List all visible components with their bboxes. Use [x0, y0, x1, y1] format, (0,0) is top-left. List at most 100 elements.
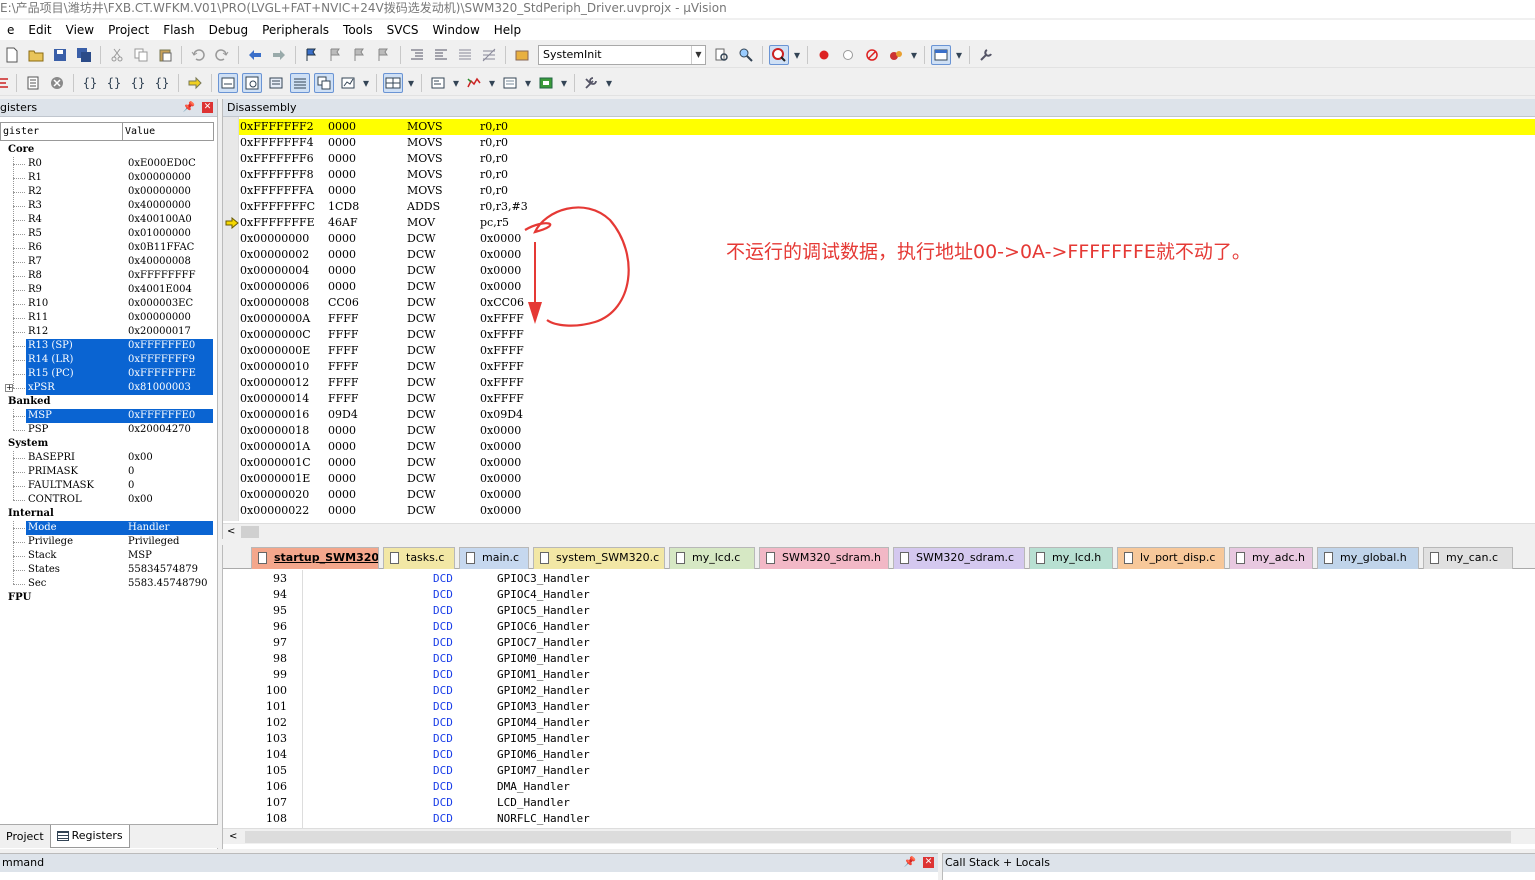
find-in-files-icon[interactable] — [512, 45, 532, 65]
register-row[interactable]: BASEPRI 0x00 — [0, 451, 214, 465]
code-line[interactable]: 103 DCD GPIOM5_Handler — [223, 731, 1513, 747]
menu-item-debug[interactable]: Debug — [202, 20, 255, 40]
watch-dropdown-icon[interactable]: ▾ — [362, 73, 370, 93]
step-out-icon[interactable]: {} — [128, 73, 148, 93]
code-line[interactable]: 95 DCD GPIOC5_Handler — [223, 603, 1513, 619]
indent-icon[interactable] — [407, 45, 427, 65]
file-tab[interactable]: my_can.c — [1423, 547, 1513, 569]
register-group-fpu[interactable]: FPU — [0, 591, 214, 605]
register-row[interactable]: R7 0x40000008 — [0, 255, 214, 269]
layout-dropdown-icon[interactable]: ▾ — [955, 45, 963, 65]
register-row[interactable]: R10 0x000003EC — [0, 297, 214, 311]
menu-item-help[interactable]: Help — [487, 20, 528, 40]
toolbox-dropdown-icon[interactable]: ▾ — [605, 73, 613, 93]
expand-plus-icon[interactable]: + — [5, 384, 13, 392]
bookmark-clear-icon[interactable] — [374, 45, 394, 65]
disassembly-line[interactable]: 0x0000001E 0000 DCW 0x0000 — [239, 471, 1535, 487]
disassembly-window-icon[interactable] — [242, 72, 262, 93]
file-tab[interactable]: my_global.h — [1317, 547, 1419, 569]
new-file-icon[interactable] — [2, 45, 22, 65]
serial-window-icon[interactable] — [428, 73, 448, 93]
register-row[interactable]: R13 (SP) 0xFFFFFFE0 — [0, 339, 214, 353]
disassembly-gutter[interactable] — [223, 117, 239, 521]
register-group-system[interactable]: System — [0, 437, 214, 451]
disassembly-line[interactable]: 0x00000016 09D4 DCW 0x09D4 — [239, 407, 1535, 423]
register-row[interactable]: PSP 0x20004270 — [0, 423, 214, 437]
tab-project[interactable]: Project — [0, 825, 50, 848]
register-column-header[interactable]: gister — [1, 123, 123, 140]
editor-hscroll[interactable]: < — [223, 828, 1535, 844]
code-line[interactable]: 107 DCD LCD_Handler — [223, 795, 1513, 811]
code-line[interactable]: 93 DCD GPIOC3_Handler — [223, 571, 1513, 587]
disassembly-line[interactable]: 0x00000006 0000 DCW 0x0000 — [239, 279, 1535, 295]
save-all-icon[interactable] — [74, 45, 94, 65]
show-next-statement-icon[interactable] — [185, 73, 205, 93]
disassembly-line[interactable]: 0x00000004 0000 DCW 0x0000 — [239, 263, 1535, 279]
redo-icon[interactable] — [212, 45, 232, 65]
register-row[interactable]: Sec 5583.45748790 — [0, 577, 214, 591]
analysis-dropdown-icon[interactable]: ▾ — [488, 73, 496, 93]
register-group-core[interactable]: Core — [0, 143, 214, 157]
register-row[interactable]: R9 0x4001E004 — [0, 283, 214, 297]
disassembly-line[interactable]: 0x00000010 FFFF DCW 0xFFFF — [239, 359, 1535, 375]
comment-icon[interactable] — [455, 45, 475, 65]
code-line[interactable]: 100 DCD GPIOM2_Handler — [223, 683, 1513, 699]
register-row[interactable]: FAULTMASK 0 — [0, 479, 214, 493]
register-row[interactable]: R2 0x00000000 — [0, 185, 214, 199]
register-row[interactable]: R4 0x400100A0 — [0, 213, 214, 227]
register-row[interactable]: Privilege Privileged — [0, 535, 214, 549]
file-tab[interactable]: my_adc.h — [1229, 547, 1313, 569]
disassembly-line[interactable]: 0x00000014 FFFF DCW 0xFFFF — [239, 391, 1535, 407]
menu-item-window[interactable]: Window — [425, 20, 486, 40]
disassembly-line[interactable]: 0xFFFFFFF2 0000 MOVS r0,r0 — [239, 119, 1535, 135]
menu-item-svcs[interactable]: SVCS — [380, 20, 426, 40]
step-over-icon[interactable]: {} — [104, 73, 124, 93]
disassembly-hscroll-thumb[interactable] — [241, 526, 259, 538]
open-folder-icon[interactable] — [26, 45, 46, 65]
register-row[interactable]: R12 0x20000017 — [0, 325, 214, 339]
menu-item-e[interactable]: e — [0, 20, 21, 40]
disassembly-line[interactable]: 0xFFFFFFF8 0000 MOVS r0,r0 — [239, 167, 1535, 183]
code-line[interactable]: 106 DCD DMA_Handler — [223, 779, 1513, 795]
breakpoint-dropdown-icon[interactable]: ▾ — [910, 45, 918, 65]
system-viewer-dropdown-icon[interactable]: ▾ — [560, 73, 568, 93]
register-row[interactable]: R8 0xFFFFFFFF — [0, 269, 214, 283]
nav-forward-icon[interactable] — [269, 45, 289, 65]
pin-icon[interactable]: 📌 — [904, 854, 916, 872]
register-row[interactable]: R5 0x01000000 — [0, 227, 214, 241]
register-row[interactable]: R0 0xE000ED0C — [0, 157, 214, 171]
bookmark-next-icon[interactable] — [350, 45, 370, 65]
file-tab[interactable]: lv_port_disp.c — [1117, 547, 1225, 569]
disassembly-line[interactable]: 0xFFFFFFF4 0000 MOVS r0,r0 — [239, 135, 1535, 151]
analysis-window-icon[interactable] — [464, 73, 484, 93]
register-row[interactable]: + xPSR 0x81000003 — [0, 381, 214, 395]
code-line[interactable]: 105 DCD GPIOM7_Handler — [223, 763, 1513, 779]
disassembly-line[interactable]: 0x00000022 0000 DCW 0x0000 — [239, 503, 1535, 519]
disassembly-hscroll[interactable]: < — [223, 523, 1535, 539]
menu-item-flash[interactable]: Flash — [156, 20, 201, 40]
code-line[interactable]: 102 DCD GPIOM4_Handler — [223, 715, 1513, 731]
system-viewer-icon[interactable] — [536, 73, 556, 93]
disassembly-line[interactable]: 0xFFFFFFF6 0000 MOVS r0,r0 — [239, 151, 1535, 167]
file-tab[interactable]: my_lcd.h — [1029, 547, 1113, 569]
tab-registers[interactable]: Registers — [49, 825, 130, 848]
call-stack-window-icon[interactable] — [314, 72, 334, 93]
reset-cpu-icon[interactable] — [0, 73, 10, 93]
register-row[interactable]: Stack MSP — [0, 549, 214, 563]
code-line[interactable]: 97 DCD GPIOC7_Handler — [223, 635, 1513, 651]
step-into-icon[interactable]: {} — [80, 73, 100, 93]
disassembly-line[interactable]: 0x00000008 CC06 DCW 0xCC06 — [239, 295, 1535, 311]
register-row[interactable]: States 55834574879 — [0, 563, 214, 577]
clear-breakpoints-icon[interactable] — [862, 45, 882, 65]
disassembly-line[interactable]: 0x0000000C FFFF DCW 0xFFFF — [239, 327, 1535, 343]
file-tab[interactable]: my_lcd.c — [669, 547, 755, 569]
trace-dropdown-icon[interactable]: ▾ — [524, 73, 532, 93]
memory-window-icon[interactable] — [383, 72, 403, 93]
value-column-header[interactable]: Value — [123, 123, 155, 140]
debug-dropdown-icon[interactable]: ▾ — [793, 45, 801, 65]
register-row[interactable]: R11 0x00000000 — [0, 311, 214, 325]
registers-window-icon[interactable] — [290, 72, 310, 93]
code-line[interactable]: 99 DCD GPIOM1_Handler — [223, 667, 1513, 683]
unindent-icon[interactable] — [431, 45, 451, 65]
file-tab[interactable]: tasks.c — [383, 547, 455, 569]
